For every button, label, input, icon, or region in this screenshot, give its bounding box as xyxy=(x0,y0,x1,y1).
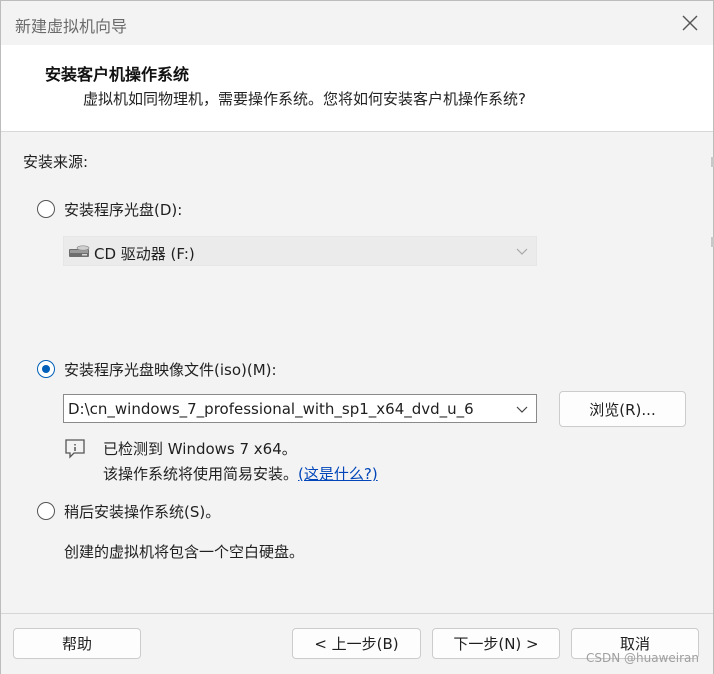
radio-install-disc[interactable] xyxy=(37,200,55,218)
title-bar: 新建虚拟机向导 xyxy=(1,1,713,45)
easy-install-desc: 该操作系统将使用简易安装。 xyxy=(103,465,299,483)
back-button[interactable]: < 上一步(B) xyxy=(292,628,421,659)
blank-disk-note: 创建的虚拟机将包含一个空白硬盘。 xyxy=(64,543,305,561)
chevron-down-icon xyxy=(516,248,528,255)
iso-path-combobox[interactable]: D:\cn_windows_7_professional_with_sp1_x6… xyxy=(63,394,537,423)
disc-drive-select[interactable]: CD 驱动器 (F:) xyxy=(63,236,537,266)
iso-path-value[interactable]: D:\cn_windows_7_professional_with_sp1_x6… xyxy=(68,400,508,418)
radio-install-later-label[interactable]: 稍后安装操作系统(S)。 xyxy=(64,501,220,522)
cd-drive-icon xyxy=(68,244,90,263)
close-button[interactable] xyxy=(673,6,707,40)
page-title: 安装客户机操作系统 xyxy=(45,65,190,84)
wizard-window: 新建虚拟机向导 安装客户机操作系统 虚拟机如同物理机，需要操作系统。您将如何安装… xyxy=(0,0,714,674)
window-title: 新建虚拟机向导 xyxy=(15,17,128,36)
chevron-down-icon[interactable] xyxy=(516,404,528,414)
detected-os-text: 已检测到 Windows 7 x64。 xyxy=(103,440,297,458)
next-button[interactable]: 下一步(N) > xyxy=(432,628,560,659)
radio-install-disc-label[interactable]: 安装程序光盘(D): xyxy=(64,199,182,220)
watermark: CSDN @huaweiran xyxy=(585,651,699,665)
disc-drive-value: CD 驱动器 (F:) xyxy=(94,245,195,263)
browse-button[interactable]: 浏览(R)... xyxy=(559,391,686,427)
help-button[interactable]: 帮助 xyxy=(13,628,141,659)
easy-install-text: 该操作系统将使用简易安装。(这是什么?) xyxy=(103,463,378,484)
info-icon xyxy=(64,438,86,464)
wizard-header: 安装客户机操作系统 虚拟机如同物理机，需要操作系统。您将如何安装客户机操作系统? xyxy=(1,45,713,132)
close-icon xyxy=(682,15,698,31)
what-is-this-link[interactable]: (这是什么?) xyxy=(298,465,378,483)
radio-install-iso-label[interactable]: 安装程序光盘映像文件(iso)(M): xyxy=(64,359,277,380)
install-source-label: 安装来源: xyxy=(23,153,89,171)
radio-install-iso[interactable] xyxy=(37,360,55,378)
radio-install-later[interactable] xyxy=(37,502,55,520)
page-subtitle: 虚拟机如同物理机，需要操作系统。您将如何安装客户机操作系统? xyxy=(83,90,526,108)
